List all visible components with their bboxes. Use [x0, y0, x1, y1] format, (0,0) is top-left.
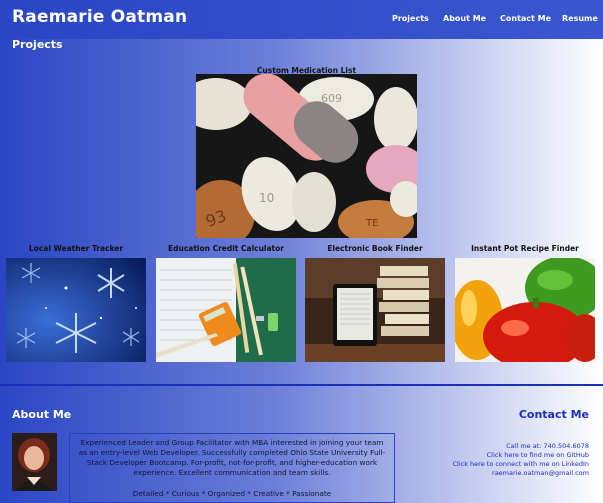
about-bio: Experienced Leader and Group Facilitator… — [78, 438, 386, 477]
project-title-book: Electronic Book Finder — [327, 244, 423, 253]
snowflakes-illustration — [6, 258, 146, 362]
peppers-illustration — [455, 258, 595, 362]
profile-photo — [12, 433, 57, 491]
svg-text:10: 10 — [259, 191, 274, 205]
brand-name[interactable]: Raemarie Oatman — [12, 7, 187, 27]
svg-text:TE: TE — [365, 218, 378, 229]
nav-projects[interactable]: Projects — [392, 14, 429, 23]
about-text-box: Experienced Leader and Group Facilitator… — [69, 433, 395, 503]
project-image-education[interactable] — [156, 258, 296, 362]
navbar: Raemarie Oatman Projects About Me Contac… — [0, 0, 603, 39]
project-image-weather[interactable] — [6, 258, 146, 362]
project-image-recipe[interactable] — [455, 258, 595, 362]
project-image-medication[interactable]: 93 609 10 TE — [196, 74, 417, 238]
nav-resume[interactable]: Resume — [562, 14, 598, 23]
project-image-book[interactable] — [305, 258, 445, 362]
contact-email-link[interactable]: raemarie.oatman@gmail.com — [492, 469, 589, 477]
nav-about-me[interactable]: About Me — [443, 14, 486, 23]
project-title-recipe: Instant Pot Recipe Finder — [471, 244, 579, 253]
nav-contact-me[interactable]: Contact Me — [500, 14, 551, 23]
project-title-education: Education Credit Calculator — [167, 244, 284, 253]
projects-heading: Projects — [12, 38, 63, 51]
contact-linkedin-link[interactable]: Click here to connect with me on LinkedI… — [453, 460, 590, 468]
avatar-illustration — [12, 433, 57, 491]
about-heading: About Me — [12, 408, 72, 421]
contact-phone[interactable]: Call me at: 740.504.6078 — [506, 442, 589, 450]
books-tablet-illustration — [305, 258, 445, 362]
pills-illustration: 93 609 10 TE — [196, 74, 417, 238]
contact-heading: Contact Me — [518, 408, 589, 421]
project-title-weather: Local Weather Tracker — [28, 244, 124, 253]
contact-github-link[interactable]: Click here to find me on GitHub — [487, 451, 589, 459]
section-divider — [0, 384, 603, 386]
calculator-illustration — [156, 258, 296, 362]
